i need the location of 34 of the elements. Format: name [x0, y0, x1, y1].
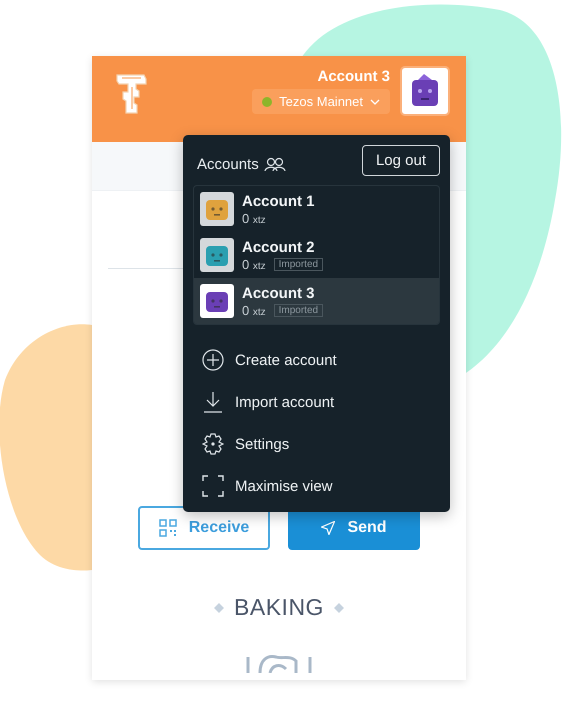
download-icon: [202, 391, 224, 413]
account-item[interactable]: Account 3 0 xtz Imported: [194, 278, 439, 324]
avatar-button[interactable]: [400, 66, 450, 116]
plus-circle-icon: [202, 349, 224, 371]
robot-avatar-icon: [200, 192, 234, 226]
account-name: Account 1: [242, 192, 315, 210]
section-title: BAKING: [234, 594, 324, 621]
logout-button[interactable]: Log out: [362, 144, 440, 176]
account-name: Account 3: [242, 284, 316, 302]
settings-icon: [202, 433, 224, 455]
paper-plane-icon: [321, 521, 336, 535]
account-balance: 0 xtz: [242, 302, 266, 318]
chevron-down-icon: [370, 98, 380, 104]
diamond-icon: [334, 602, 344, 612]
imported-tag: Imported: [274, 304, 324, 316]
robot-avatar-icon: [200, 284, 234, 318]
handshake-icon: [246, 653, 312, 673]
menu-item[interactable]: Create account: [193, 339, 440, 381]
account-name: Account 3: [317, 68, 390, 85]
qr-code-icon: [158, 519, 177, 537]
menu-item[interactable]: Maximise view: [193, 465, 440, 507]
maximise-icon: [202, 475, 224, 497]
people-icon: [264, 157, 286, 171]
robot-avatar-icon: [200, 238, 234, 272]
account-item[interactable]: Account 1 0 xtz: [194, 186, 439, 232]
menu-item[interactable]: Import account: [193, 381, 440, 423]
menu-item[interactable]: Settings: [193, 423, 440, 465]
account-balance: 0 xtz: [242, 210, 266, 226]
menu-title: Accounts: [197, 156, 259, 172]
diamond-icon: [214, 602, 224, 612]
account-item[interactable]: Account 2 0 xtz Imported: [194, 232, 439, 278]
account-name: Account 2: [242, 238, 316, 256]
account-balance: 0 xtz: [242, 256, 266, 272]
imported-tag: Imported: [274, 258, 324, 270]
